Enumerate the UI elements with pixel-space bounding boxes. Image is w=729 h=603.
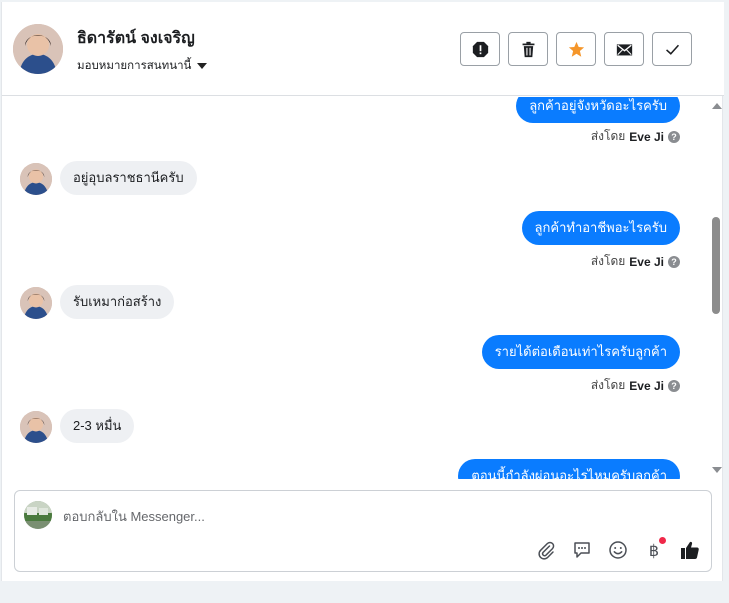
sender-name: Eve Ji: [629, 254, 664, 269]
conversation-toolbar: [460, 32, 692, 66]
conversation-header: ธิดารัตน์ จงเจริญ มอบหมายการสนทนานี้: [2, 2, 724, 96]
page-avatar: [24, 501, 52, 529]
sender-name: Eve Ji: [629, 129, 664, 144]
emoji-button[interactable]: [607, 539, 629, 561]
contact-name[interactable]: ธิดารัตน์ จงเจริญ: [77, 26, 195, 51]
smiley-icon: [609, 541, 627, 559]
outgoing-message: ลูกค้าทำอาชีพอะไรครับ: [521, 211, 680, 245]
reply-input[interactable]: [63, 505, 663, 527]
outgoing-message: รายได้ต่อเดือนเท่าไรครับลูกค้า: [481, 335, 680, 369]
outgoing-message: ตอนนี้กำลังผ่อนอะไรไหมครับลูกค้า: [458, 459, 680, 479]
composer-tools: ฿: [535, 537, 701, 561]
contact-avatar-small: [20, 411, 52, 443]
incoming-message: 2-3 หมื่น: [60, 409, 135, 443]
scroll-down-arrow-icon[interactable]: [712, 467, 722, 473]
contact-avatar[interactable]: [13, 24, 63, 74]
assign-conversation-dropdown[interactable]: มอบหมายการสนทนานี้: [77, 57, 208, 75]
trash-icon: [522, 41, 534, 57]
message-list[interactable]: ลูกค้าอยู่จังหวัดอะไรครับ ส่งโดย Eve Ji …: [2, 97, 708, 479]
message-scrollbar[interactable]: [708, 97, 724, 479]
spam-button[interactable]: [460, 32, 500, 66]
outgoing-message: ลูกค้าอยู่จังหวัดอะไรครับ: [516, 97, 680, 123]
sent-by-label: ส่งโดย Eve Ji ?: [591, 376, 680, 395]
baht-icon: ฿: [648, 540, 660, 560]
help-icon[interactable]: ?: [668, 255, 680, 268]
sent-by-label: ส่งโดย Eve Ji ?: [591, 252, 680, 271]
help-icon[interactable]: ?: [668, 130, 680, 143]
incoming-message: อยู่อุบลราชธานีครับ: [60, 161, 197, 195]
sent-by-label: ส่งโดย Eve Ji ?: [591, 127, 680, 146]
like-button[interactable]: [679, 539, 701, 561]
scrollbar-thumb[interactable]: [712, 217, 720, 314]
star-button[interactable]: [556, 32, 596, 66]
contact-avatar-small: [20, 163, 52, 195]
payment-button[interactable]: ฿: [643, 537, 666, 561]
sender-name: Eve Ji: [629, 378, 664, 393]
envelope-icon: [616, 43, 632, 55]
contact-avatar-small: [20, 287, 52, 319]
paperclip-icon: [538, 541, 555, 560]
scroll-up-arrow-icon[interactable]: [712, 103, 722, 109]
conversation-panel: ธิดารัตน์ จงเจริญ มอบหมายการสนทนานี้ ลูก…: [1, 2, 724, 581]
star-icon: [568, 41, 584, 57]
attach-button[interactable]: [535, 539, 557, 561]
saved-replies-button[interactable]: [571, 539, 593, 561]
thumbs-up-icon: [681, 541, 699, 559]
assign-label: มอบหมายการสนทนานี้: [77, 60, 192, 72]
chat-bubble-icon: [574, 542, 590, 558]
delete-button[interactable]: [508, 32, 548, 66]
alert-octagon-icon: [472, 41, 488, 57]
help-icon[interactable]: ?: [668, 379, 680, 392]
check-icon: [665, 44, 679, 55]
reply-composer: ฿: [14, 490, 712, 572]
mark-unread-button[interactable]: [604, 32, 644, 66]
caret-down-icon: [197, 63, 208, 69]
notification-dot: [659, 537, 666, 544]
mark-done-button[interactable]: [652, 32, 692, 66]
incoming-message: รับเหมาก่อสร้าง: [60, 285, 175, 319]
